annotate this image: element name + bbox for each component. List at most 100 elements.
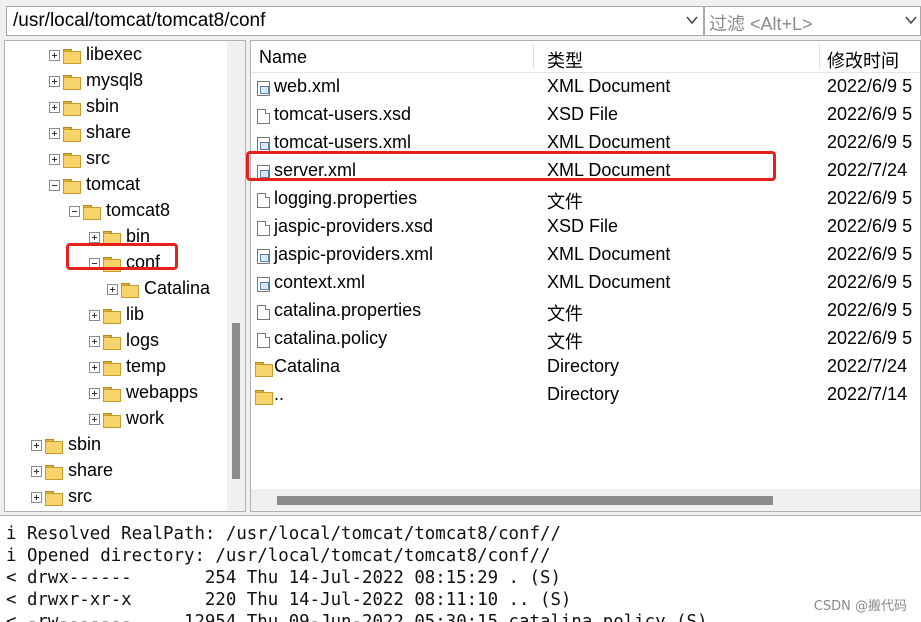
address-toolbar: /usr/local/tomcat/tomcat8/conf 过滤 <Alt+L… — [0, 0, 921, 40]
path-text: /usr/local/tomcat/tomcat8/conf — [13, 10, 266, 31]
tree-item-label: libexec — [86, 44, 143, 64]
file-icon — [257, 305, 270, 320]
column-divider[interactable] — [819, 45, 820, 69]
expand-icon[interactable] — [89, 310, 100, 321]
chevron-down-icon[interactable] — [685, 13, 699, 27]
expand-icon[interactable] — [89, 388, 100, 399]
tree-item-sbin[interactable]: sbin — [5, 433, 225, 459]
file-name: jaspic-providers.xsd — [274, 216, 434, 236]
file-list-scrollbar[interactable] — [251, 489, 920, 511]
tree-item-label: webapps — [126, 382, 199, 402]
directory-tree[interactable]: libexec mysql8 sbin share src tomcat tomcat8 bi… — [4, 40, 246, 512]
tree-item-temp[interactable]: temp — [5, 355, 225, 381]
expand-icon[interactable] — [49, 50, 60, 61]
file-type: XML Document — [547, 244, 671, 264]
file-row[interactable]: jaspic-providers.xml XML Document 2022/6/9… — [251, 242, 920, 270]
xml-file-icon — [257, 81, 270, 96]
expand-icon[interactable] — [89, 336, 100, 347]
tree-item-tomcat[interactable]: tomcat — [5, 173, 225, 199]
file-list-header: Name 类型 修改时间 — [251, 41, 920, 73]
file-icon — [257, 333, 270, 348]
column-header-type[interactable]: 类型 — [547, 47, 583, 73]
file-modified: 2022/7/24 — [827, 356, 908, 376]
file-name: catalina.properties — [274, 300, 422, 320]
folder-icon — [103, 361, 121, 376]
watermark: CSDN @搬代码 — [813, 599, 907, 614]
folder-icon — [63, 127, 81, 142]
expand-icon[interactable] — [31, 440, 42, 451]
tree-item-src-local[interactable]: src — [5, 147, 225, 173]
file-type: XML Document — [547, 132, 671, 152]
tree-item-label: sbin — [86, 96, 120, 116]
path-input[interactable]: /usr/local/tomcat/tomcat8/conf — [6, 6, 704, 36]
file-name: Catalina — [274, 356, 341, 376]
expand-icon[interactable] — [31, 492, 42, 503]
tree-item-label: src — [68, 486, 92, 506]
file-list-scrollbar-thumb[interactable] — [277, 496, 773, 505]
file-row[interactable]: context.xml XML Document 2022/6/9 5 — [251, 270, 920, 298]
tree-scrollbar[interactable] — [227, 41, 245, 511]
tree-item-label: tomcat — [86, 174, 141, 194]
file-modified: 2022/6/9 5 — [827, 188, 913, 208]
tree-item-mysql8[interactable]: mysql8 — [5, 69, 225, 95]
tree-item-src[interactable]: src — [5, 485, 225, 511]
column-header-modified[interactable]: 修改时间 — [827, 47, 899, 73]
xml-file-icon — [257, 137, 270, 152]
file-type: XML Document — [547, 272, 671, 292]
expand-icon[interactable] — [89, 362, 100, 373]
filter-input[interactable]: 过滤 <Alt+L> — [704, 6, 921, 36]
file-row[interactable]: Catalina Directory 2022/7/24 — [251, 354, 920, 382]
tree-item-logs[interactable]: logs — [5, 329, 225, 355]
collapse-icon[interactable] — [69, 206, 80, 217]
file-row[interactable]: .. Directory 2022/7/14 — [251, 382, 920, 410]
expand-icon[interactable] — [49, 154, 60, 165]
folder-icon — [63, 75, 81, 90]
log-panel: i Resolved RealPath: /usr/local/tomcat/t… — [0, 515, 921, 622]
xml-file-icon — [257, 277, 270, 292]
tree-item-tomcat8[interactable]: tomcat8 — [5, 199, 225, 225]
tree-item-label: share — [68, 460, 114, 480]
file-row[interactable]: catalina.properties 文件 2022/6/9 5 — [251, 298, 920, 326]
tree-item-catalina[interactable]: Catalina — [5, 277, 225, 303]
file-modified: 2022/6/9 5 — [827, 300, 913, 320]
file-modified: 2022/6/9 5 — [827, 104, 913, 124]
conf-highlight-box — [66, 243, 178, 270]
collapse-icon[interactable] — [49, 180, 60, 191]
expand-icon[interactable] — [89, 232, 100, 243]
file-list[interactable]: Name 类型 修改时间 web.xml XML Document 2022/6/9… — [250, 40, 921, 512]
chevron-down-icon[interactable] — [904, 13, 918, 27]
file-row[interactable]: logging.properties 文件 2022/6/9 5 — [251, 186, 920, 214]
tree-item-lib[interactable]: lib — [5, 303, 225, 329]
tree-item-sbin-local[interactable]: sbin — [5, 95, 225, 121]
expand-icon[interactable] — [89, 414, 100, 425]
tree-item-share-local[interactable]: share — [5, 121, 225, 147]
tree-item-label: sbin — [68, 434, 102, 454]
folder-icon — [83, 205, 101, 220]
file-row[interactable]: web.xml XML Document 2022/6/9 5 — [251, 74, 920, 102]
tree-item-work[interactable]: work — [5, 407, 225, 433]
folder-icon — [255, 362, 273, 377]
file-modified: 2022/6/9 5 — [827, 76, 913, 96]
expand-icon[interactable] — [107, 284, 118, 295]
tree-item-share[interactable]: share — [5, 459, 225, 485]
expand-icon[interactable] — [49, 76, 60, 87]
file-row[interactable]: jaspic-providers.xsd XSD File 2022/6/9 5 — [251, 214, 920, 242]
expand-icon[interactable] — [49, 128, 60, 139]
tree-item-label: src — [86, 148, 110, 168]
file-row[interactable]: tomcat-users.xsd XSD File 2022/6/9 5 — [251, 102, 920, 130]
xml-file-icon — [257, 249, 270, 264]
column-divider[interactable] — [533, 45, 534, 69]
tree-item-libexec[interactable]: libexec — [5, 43, 225, 69]
tree-item-webapps[interactable]: webapps — [5, 381, 225, 407]
expand-icon[interactable] — [31, 466, 42, 477]
column-header-name[interactable]: Name — [259, 47, 307, 68]
expand-icon[interactable] — [49, 102, 60, 113]
file-modified: 2022/6/9 5 — [827, 244, 913, 264]
file-row[interactable]: catalina.policy 文件 2022/6/9 5 — [251, 326, 920, 354]
folder-icon — [63, 153, 81, 168]
file-name: logging.properties — [274, 188, 418, 208]
folder-icon — [121, 283, 139, 298]
file-type: XML Document — [547, 76, 671, 96]
file-type: 文件 — [547, 304, 583, 324]
tree-scrollbar-thumb[interactable] — [232, 323, 240, 479]
